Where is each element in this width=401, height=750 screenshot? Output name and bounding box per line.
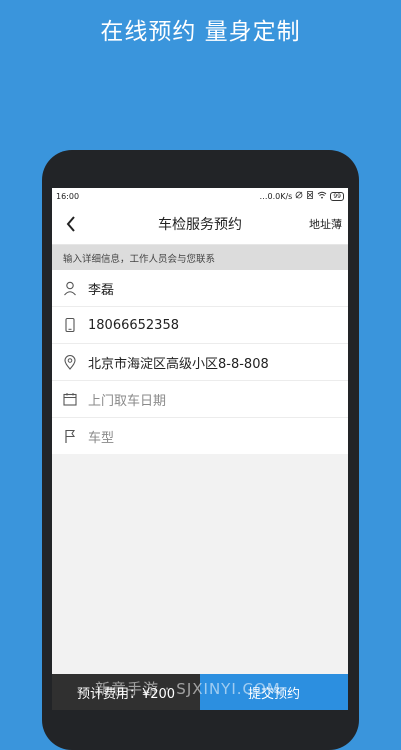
sim-off-icon <box>306 191 314 201</box>
address-book-button[interactable]: 地址薄 <box>309 216 342 232</box>
calendar-icon <box>62 391 78 407</box>
address-value: 北京市海淀区高级小区8-8-808 <box>88 356 269 372</box>
network-speed: …0.0K/s <box>259 191 293 201</box>
car-model-placeholder: 车型 <box>88 430 115 446</box>
app-screen: 16:00 …0.0K/s 99 车检服务预约 地址薄 输入详细信息，工作人员会… <box>52 188 348 710</box>
pickup-date-field[interactable]: 上门取车日期 <box>52 381 348 418</box>
watermark: 新意手游 · SJXINYI.COM <box>95 680 281 698</box>
phone-field[interactable]: 18066652358 <box>52 307 348 344</box>
info-hint: 输入详细信息，工作人员会与您联系 <box>52 245 348 270</box>
wifi-icon <box>317 191 327 201</box>
person-icon <box>62 280 78 296</box>
nav-bar: 车检服务预约 地址薄 <box>52 204 348 245</box>
location-pin-icon <box>62 354 78 370</box>
status-bar: 16:00 …0.0K/s 99 <box>52 188 348 204</box>
pickup-date-placeholder: 上门取车日期 <box>88 393 167 409</box>
promo-title: 在线预约 量身定制 <box>100 19 301 45</box>
car-model-field[interactable]: 车型 <box>52 418 348 454</box>
flag-icon <box>62 428 78 444</box>
page-title: 车检服务预约 <box>158 217 242 233</box>
battery-icon: 99 <box>330 191 344 201</box>
name-field[interactable]: 李磊 <box>52 270 348 307</box>
status-time: 16:00 <box>56 191 80 201</box>
phone-value: 18066652358 <box>88 317 179 333</box>
alarm-off-icon <box>295 191 303 201</box>
booking-form: 李磊 18066652358 北京市海淀区高级小区8-8-808 上门取车日期 … <box>52 270 348 454</box>
status-indicators: …0.0K/s 99 <box>260 191 344 201</box>
back-arrow-icon[interactable] <box>62 214 82 234</box>
mobile-phone-icon <box>62 317 78 333</box>
address-field[interactable]: 北京市海淀区高级小区8-8-808 <box>52 344 348 381</box>
name-value: 李磊 <box>88 282 115 298</box>
